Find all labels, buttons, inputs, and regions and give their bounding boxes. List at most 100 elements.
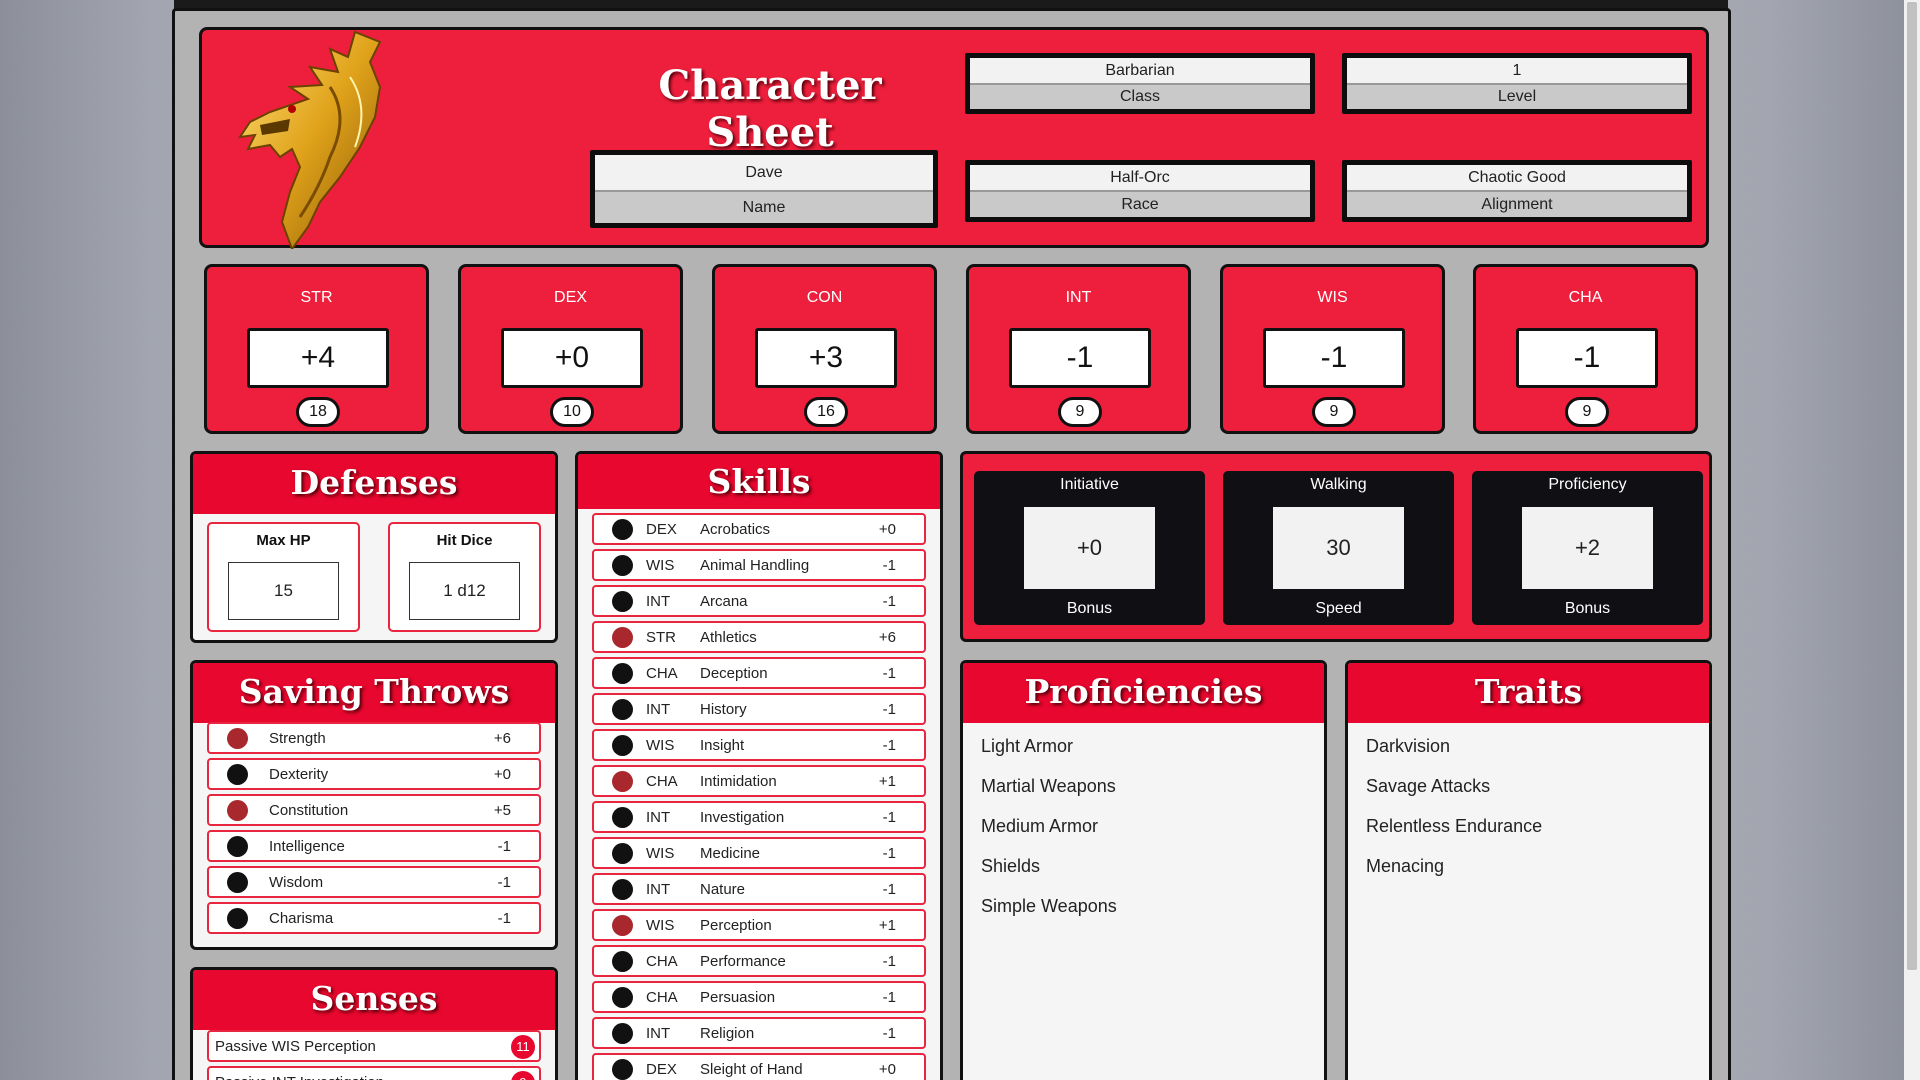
not-proficient-indicator-icon[interactable] [612, 807, 633, 828]
not-proficient-indicator-icon[interactable] [227, 908, 248, 929]
skill-ability: WIS [646, 737, 675, 754]
proficient-indicator-icon[interactable] [612, 771, 633, 792]
ability-modifier[interactable]: -1 [1263, 328, 1405, 388]
page-title: Character Sheet [658, 62, 882, 156]
skill-row[interactable]: INT History -1 [592, 693, 926, 725]
not-proficient-indicator-icon[interactable] [612, 663, 633, 684]
saving-throw-row[interactable]: Strength +6 [207, 722, 541, 754]
proficient-indicator-icon[interactable] [227, 728, 248, 749]
max-hp-value[interactable]: 15 [228, 562, 339, 620]
not-proficient-indicator-icon[interactable] [612, 591, 633, 612]
class-field[interactable]: Barbarian Class [965, 53, 1315, 114]
skill-name: Animal Handling [700, 557, 810, 574]
ability-score[interactable]: 9 [1565, 397, 1609, 427]
scrollbar-thumb[interactable] [1907, 2, 1917, 970]
name-value[interactable]: Dave [595, 155, 933, 192]
not-proficient-indicator-icon[interactable] [612, 519, 633, 540]
hit-dice-value[interactable]: 1 d12 [409, 562, 520, 620]
skill-value: +0 [878, 521, 896, 538]
saving-throw-name: Wisdom [269, 874, 324, 891]
skill-row[interactable]: DEX Acrobatics +0 [592, 513, 926, 545]
race-value[interactable]: Half-Orc [970, 165, 1310, 192]
ability-name: DEX [554, 289, 587, 306]
skill-row[interactable]: CHA Persuasion -1 [592, 981, 926, 1013]
speed-value[interactable]: 30 [1273, 507, 1404, 589]
skill-row[interactable]: INT Religion -1 [592, 1017, 926, 1049]
max-hp-label: Max HP [256, 532, 311, 549]
skill-ability: CHA [646, 989, 678, 1006]
proficiency-item: Simple Weapons [981, 896, 1117, 916]
trait-item: Menacing [1366, 856, 1445, 876]
saving-throw-value: +6 [493, 730, 511, 747]
saving-throw-row[interactable]: Wisdom -1 [207, 866, 541, 898]
saving-throw-row[interactable]: Intelligence -1 [207, 830, 541, 862]
skill-row[interactable]: WIS Medicine -1 [592, 837, 926, 869]
trait-item: Darkvision [1366, 736, 1451, 756]
not-proficient-indicator-icon[interactable] [612, 735, 633, 756]
level-value[interactable]: 1 [1347, 58, 1687, 85]
initiative-value[interactable]: +0 [1024, 507, 1155, 589]
ability-score[interactable]: 9 [1058, 397, 1102, 427]
skill-value: -1 [882, 737, 896, 754]
not-proficient-indicator-icon[interactable] [612, 1023, 633, 1044]
ability-score[interactable]: 18 [296, 397, 340, 427]
ability-score[interactable]: 9 [1312, 397, 1356, 427]
saving-throw-row[interactable]: Charisma -1 [207, 902, 541, 934]
proficient-indicator-icon[interactable] [612, 915, 633, 936]
sense-row: Passive WIS Perception 11 [207, 1030, 541, 1062]
proficient-indicator-icon[interactable] [612, 627, 633, 648]
saving-throw-row[interactable]: Dexterity +0 [207, 758, 541, 790]
ability-modifier[interactable]: +3 [755, 328, 897, 388]
proficiency-item: Light Armor [981, 736, 1074, 756]
proficient-indicator-icon[interactable] [227, 800, 248, 821]
not-proficient-indicator-icon[interactable] [612, 843, 633, 864]
traits-panel: Traits Darkvision Savage Attacks Relentl… [1345, 660, 1712, 1080]
not-proficient-indicator-icon[interactable] [227, 836, 248, 857]
ability-score[interactable]: 16 [804, 397, 848, 427]
not-proficient-indicator-icon[interactable] [612, 987, 633, 1008]
skill-name: History [700, 701, 747, 718]
skill-row[interactable]: CHA Deception -1 [592, 657, 926, 689]
saving-throw-row[interactable]: Constitution +5 [207, 794, 541, 826]
skill-row[interactable]: CHA Intimidation +1 [592, 765, 926, 797]
alignment-field[interactable]: Chaotic Good Alignment [1342, 160, 1692, 222]
not-proficient-indicator-icon[interactable] [612, 951, 633, 972]
ability-score[interactable]: 10 [550, 397, 594, 427]
race-field[interactable]: Half-Orc Race [965, 160, 1315, 222]
not-proficient-indicator-icon[interactable] [227, 872, 248, 893]
skill-name: Religion [700, 1025, 755, 1042]
class-value[interactable]: Barbarian [970, 58, 1310, 85]
not-proficient-indicator-icon[interactable] [612, 1059, 633, 1080]
ability-dex: DEX +0 10 [458, 264, 683, 434]
skill-row[interactable]: INT Nature -1 [592, 873, 926, 905]
skill-value: -1 [882, 809, 896, 826]
skill-row[interactable]: INT Arcana -1 [592, 585, 926, 617]
ability-modifier[interactable]: -1 [1516, 328, 1658, 388]
alignment-value[interactable]: Chaotic Good [1347, 165, 1687, 192]
max-hp-box: Max HP 15 [207, 522, 360, 632]
trait-item: Relentless Endurance [1366, 816, 1543, 836]
hit-dice-box: Hit Dice 1 d12 [388, 522, 541, 632]
skill-row[interactable]: CHA Performance -1 [592, 945, 926, 977]
not-proficient-indicator-icon[interactable] [227, 764, 248, 785]
skill-row[interactable]: WIS Insight -1 [592, 729, 926, 761]
skill-row[interactable]: WIS Animal Handling -1 [592, 549, 926, 581]
ability-cha: CHA -1 9 [1473, 264, 1698, 434]
name-field[interactable]: Dave Name [590, 150, 938, 228]
ability-modifier[interactable]: +0 [501, 328, 643, 388]
skill-row[interactable]: DEX Sleight of Hand +0 [592, 1053, 926, 1080]
ability-modifier[interactable]: +4 [247, 328, 389, 388]
level-field[interactable]: 1 Level [1342, 53, 1692, 114]
skill-name: Arcana [700, 593, 748, 610]
saving-throw-value: +5 [493, 802, 511, 819]
skill-value: -1 [882, 701, 896, 718]
ability-int: INT -1 9 [966, 264, 1191, 434]
skill-row[interactable]: INT Investigation -1 [592, 801, 926, 833]
not-proficient-indicator-icon[interactable] [612, 699, 633, 720]
skill-row[interactable]: STR Athletics +6 [592, 621, 926, 653]
not-proficient-indicator-icon[interactable] [612, 555, 633, 576]
proficiency-bonus-value[interactable]: +2 [1522, 507, 1653, 589]
ability-modifier[interactable]: -1 [1009, 328, 1151, 388]
skill-row[interactable]: WIS Perception +1 [592, 909, 926, 941]
not-proficient-indicator-icon[interactable] [612, 879, 633, 900]
